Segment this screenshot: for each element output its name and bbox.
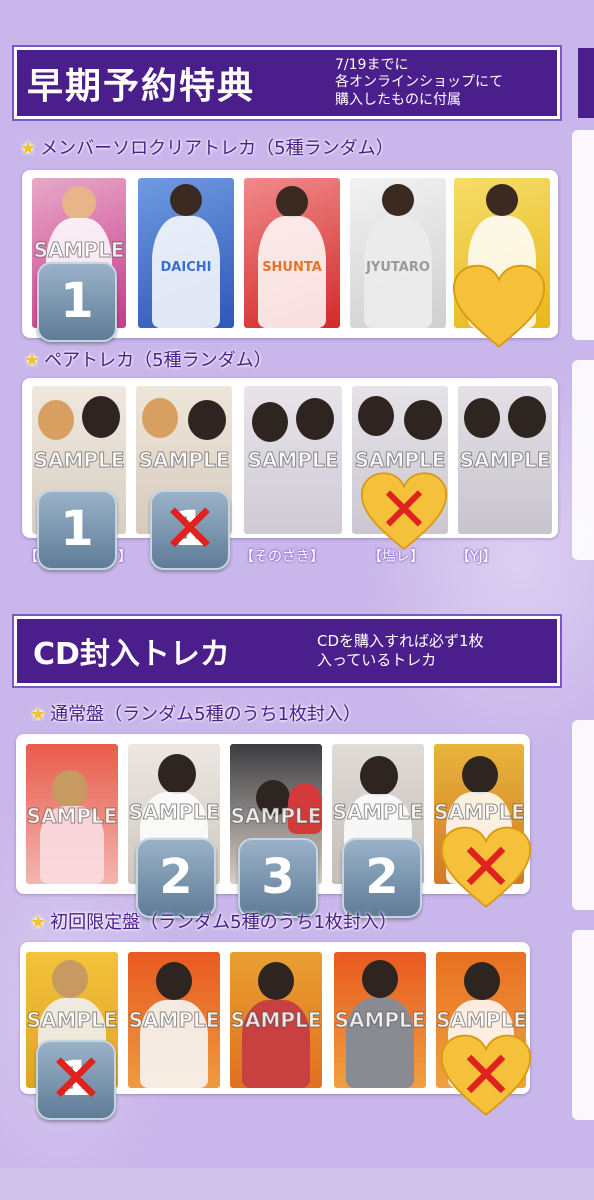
sample-watermark: SAMPLE bbox=[26, 804, 118, 829]
cd-bonus-banner: CD封入トレカ CDを購入すれば必ず1枚 入っているトレカ bbox=[14, 616, 560, 686]
regular-card-1[interactable]: SAMPLE bbox=[26, 744, 118, 884]
count-badge: 3 bbox=[238, 838, 318, 918]
star-icon: ★ bbox=[20, 138, 37, 159]
pair-cards-label: ペアトレカ（5種ランダム） bbox=[44, 350, 272, 371]
heart-icon bbox=[452, 264, 546, 348]
pair-card-5[interactable]: SAMPLE bbox=[458, 386, 552, 534]
early-reservation-note: 7/19までに 各オンラインショップにて 購入したものに付属 bbox=[335, 56, 503, 108]
sample-watermark: SAMPLE bbox=[230, 1008, 322, 1033]
pair-tag: 【塩レ】 bbox=[368, 549, 424, 565]
next-panel-edge bbox=[572, 720, 594, 910]
clear-card-3[interactable]: SHUNTA bbox=[244, 178, 340, 328]
limited-card-2[interactable]: SAMPLE bbox=[128, 952, 220, 1088]
count-badge: 1 bbox=[37, 262, 117, 342]
early-reservation-title: 早期予約特典 bbox=[27, 66, 256, 107]
regular-edition-label: 通常盤（ランダム5種のうち1枚封入） bbox=[50, 704, 362, 725]
limited-edition-heading: ★ 初回限定盤（ランダム5種のうち1枚封入） bbox=[30, 908, 397, 934]
sample-watermark: SAMPLE bbox=[33, 238, 125, 263]
star-icon: ★ bbox=[30, 704, 47, 725]
sample-watermark: SAMPLE bbox=[354, 448, 446, 473]
limited-card-4[interactable]: SAMPLE bbox=[334, 952, 426, 1088]
pair-card-3[interactable]: SAMPLE bbox=[244, 386, 342, 534]
cd-bonus-note: CDを購入すれば必ず1枚 入っているトレカ bbox=[317, 632, 484, 669]
next-panel-edge bbox=[572, 360, 594, 560]
sample-watermark: SAMPLE bbox=[247, 448, 339, 473]
cross-mark-icon: ✕ bbox=[378, 473, 430, 546]
early-reservation-banner: 早期予約特典 7/19までに 各オンラインショップにて 購入したものに付属 bbox=[14, 47, 560, 119]
next-panel-edge bbox=[572, 130, 594, 340]
clear-card-2[interactable]: DAICHI bbox=[138, 178, 234, 328]
next-panel-edge bbox=[572, 930, 594, 1120]
sample-watermark: SAMPLE bbox=[459, 448, 551, 473]
count-badge: 1 bbox=[37, 490, 117, 570]
pair-tag: 】 bbox=[118, 549, 132, 565]
card-name-label: JYUTARO bbox=[366, 260, 430, 275]
sample-watermark: SAMPLE bbox=[436, 1008, 526, 1033]
next-banner-edge bbox=[578, 48, 594, 118]
sample-watermark: SAMPLE bbox=[138, 448, 230, 473]
sample-watermark: SAMPLE bbox=[434, 800, 524, 825]
clear-cards-heading: ★ メンバーソロクリアトレカ（5種ランダム） bbox=[20, 134, 394, 160]
cross-mark-icon: ✕ bbox=[458, 1037, 514, 1114]
sample-watermark: SAMPLE bbox=[128, 1008, 220, 1033]
card-name-label: SHUNTA bbox=[262, 260, 322, 275]
sample-watermark: SAMPLE bbox=[332, 800, 424, 825]
card-name-label: DAICHI bbox=[160, 260, 212, 275]
pair-tag: 【そのざき】 bbox=[240, 549, 324, 565]
limited-edition-label: 初回限定盤（ランダム5種のうち1枚封入） bbox=[50, 912, 398, 933]
cd-bonus-title: CD封入トレカ bbox=[33, 637, 230, 672]
sample-watermark: SAMPLE bbox=[26, 1008, 118, 1033]
pair-tag: 【YJ】 bbox=[456, 549, 497, 565]
count-badge: 2 bbox=[136, 838, 216, 918]
pair-tag: 【 bbox=[24, 549, 38, 565]
sample-watermark: SAMPLE bbox=[33, 448, 125, 473]
regular-edition-heading: ★ 通常盤（ランダム5種のうち1枚封入） bbox=[30, 700, 361, 726]
cross-mark-icon: ✕ bbox=[47, 1040, 105, 1119]
cross-mark-icon: ✕ bbox=[161, 490, 219, 569]
sample-watermark: SAMPLE bbox=[334, 1008, 426, 1033]
limited-card-3[interactable]: SAMPLE bbox=[230, 952, 322, 1088]
clear-cards-label: メンバーソロクリアトレカ（5種ランダム） bbox=[40, 138, 394, 159]
sample-watermark: SAMPLE bbox=[230, 804, 322, 829]
star-icon: ★ bbox=[24, 350, 41, 371]
page-footer-strip bbox=[0, 1168, 594, 1200]
clear-card-4[interactable]: JYUTARO bbox=[350, 178, 446, 328]
pair-cards-heading: ★ ペアトレカ（5種ランダム） bbox=[24, 346, 272, 372]
cross-mark-icon: ✕ bbox=[458, 829, 514, 906]
count-badge: 2 bbox=[342, 838, 422, 918]
star-icon: ★ bbox=[30, 912, 47, 933]
sample-watermark: SAMPLE bbox=[128, 800, 220, 825]
